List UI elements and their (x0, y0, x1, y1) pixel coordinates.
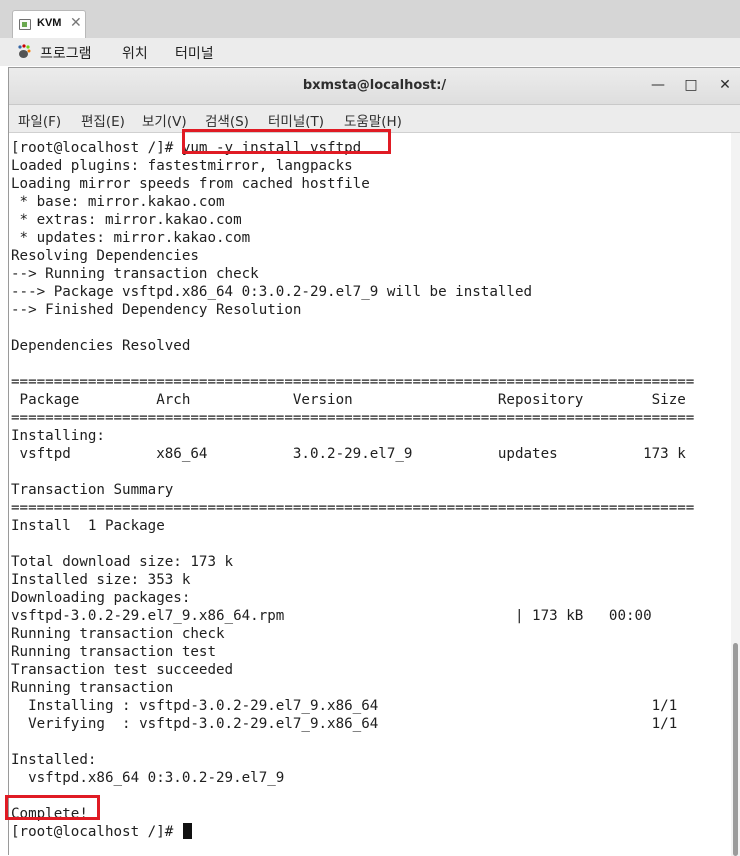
terminal-line: * extras: mirror.kakao.com (11, 212, 242, 228)
close-button[interactable]: ✕ (716, 76, 734, 94)
terminal-line: Downloading packages: (11, 590, 191, 606)
command-highlight-box (182, 129, 391, 154)
host-tab-bar: KVM ✕ (0, 0, 740, 39)
terminal-line: Transaction Summary (11, 482, 174, 498)
terminal-line: Running transaction test (11, 644, 216, 660)
terminal-line: [root@localhost /]# (11, 823, 192, 841)
menu-search[interactable]: 검색(S) (205, 110, 249, 130)
menu-edit[interactable]: 편집(E) (81, 110, 125, 130)
window-title: bxmsta@localhost:/ (302, 78, 447, 93)
terminal-line: ---> Package vsftpd.x86_64 0:3.0.2-29.el… (11, 284, 533, 300)
terminal-line: Transaction test succeeded (11, 662, 234, 678)
menu-terminal[interactable]: 터미널(T) (268, 110, 324, 130)
menu-file[interactable]: 파일(F) (18, 110, 61, 130)
scrollbar-thumb[interactable] (733, 643, 738, 856)
terminal-line: Running transaction (11, 680, 174, 696)
terminal-line: Verifying : vsftpd-3.0.2-29.el7_9.x86_64… (11, 716, 678, 732)
terminal-line: Installing : vsftpd-3.0.2-29.el7_9.x86_6… (11, 698, 678, 714)
terminal-line: ========================================… (11, 500, 695, 516)
terminal-line: ========================================… (11, 410, 695, 426)
terminal-line: ========================================… (11, 374, 695, 390)
panel-item-terminal[interactable]: 터미널 (175, 43, 214, 63)
title-bar[interactable]: bxmsta@localhost:/ — □ ✕ (9, 68, 740, 105)
panel-item-places[interactable]: 위치 (122, 43, 148, 63)
terminal-line: Installed: (11, 752, 97, 768)
terminal-line: --> Finished Dependency Resolution (11, 302, 302, 318)
host-tab-label: KVM (37, 17, 62, 29)
host-tab-kvm[interactable]: KVM ✕ (12, 10, 86, 38)
complete-highlight-box (5, 795, 100, 820)
scrollbar[interactable] (731, 133, 740, 856)
terminal-line: * base: mirror.kakao.com (11, 194, 225, 210)
menu-help[interactable]: 도움말(H) (344, 110, 402, 130)
terminal-line: vsftpd.x86_64 0:3.0.2-29.el7_9 (11, 770, 285, 786)
menu-view[interactable]: 보기(V) (142, 110, 187, 130)
minimize-button[interactable]: — (649, 76, 667, 94)
terminal-line: Installed size: 353 k (11, 572, 191, 588)
gnome-foot-icon (18, 44, 31, 58)
terminal-line: Install 1 Package (11, 518, 165, 534)
terminal-line: Resolving Dependencies (11, 248, 199, 264)
terminal-line: Running transaction check (11, 626, 225, 642)
vm-icon (19, 19, 31, 30)
terminal-cursor (182, 823, 192, 839)
desktop-top-panel: 프로그램 위치 터미널 (0, 38, 740, 66)
terminal-line: vsftpd x86_64 3.0.2-29.el7_9 updates 173… (11, 446, 686, 462)
panel-item-programs[interactable]: 프로그램 (40, 43, 92, 63)
maximize-button[interactable]: □ (682, 76, 700, 94)
terminal-line: Dependencies Resolved (11, 338, 191, 354)
terminal-line: Total download size: 173 k (11, 554, 234, 570)
terminal-line: --> Running transaction check (11, 266, 259, 282)
terminal-line: * updates: mirror.kakao.com (11, 230, 251, 246)
terminal-line: Loading mirror speeds from cached hostfi… (11, 176, 370, 192)
terminal-line: Package Arch Version Repository Size (11, 392, 686, 408)
terminal-output[interactable]: [root@localhost /]# yum -y install vsftp… (9, 133, 731, 856)
terminal-line: Installing: (11, 428, 105, 444)
close-icon[interactable]: ✕ (70, 14, 82, 32)
terminal-line: vsftpd-3.0.2-29.el7_9.x86_64.rpm | 173 k… (11, 608, 652, 624)
terminal-window: bxmsta@localhost:/ — □ ✕ 파일(F) 편집(E) 보기(… (8, 67, 740, 856)
terminal-line: Loaded plugins: fastestmirror, langpacks (11, 158, 353, 174)
